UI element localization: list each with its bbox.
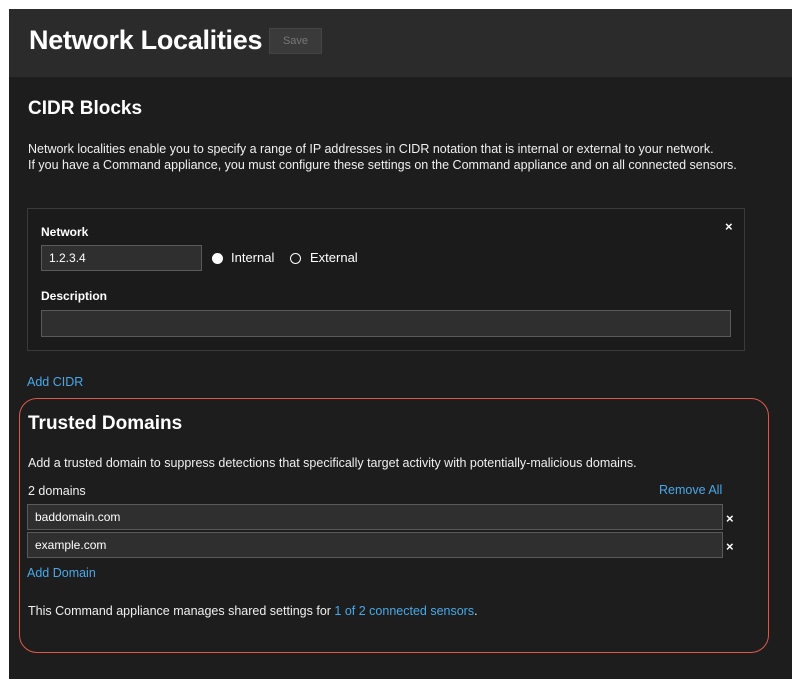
trusted-domains-title: Trusted Domains: [28, 413, 183, 434]
cidr-description-line1: Network localities enable you to specify…: [28, 142, 714, 156]
external-radio[interactable]: [290, 253, 301, 264]
cidr-description-line2: If you have a Command appliance, you mus…: [28, 158, 737, 172]
domain-input[interactable]: example.com: [27, 532, 723, 558]
domain-input[interactable]: baddomain.com: [27, 504, 723, 530]
page-title: Network Localities: [29, 25, 263, 55]
network-label: Network: [41, 225, 89, 239]
domain-count: 2 domains: [28, 484, 86, 498]
external-radio-label[interactable]: External: [310, 250, 358, 265]
shared-settings-note: This Command appliance manages shared se…: [28, 603, 478, 620]
remove-domain-icon[interactable]: ×: [726, 511, 734, 526]
cidr-section-title: CIDR Blocks: [28, 98, 143, 119]
save-button[interactable]: Save: [269, 28, 322, 54]
shared-settings-text: This Command appliance manages shared se…: [28, 604, 331, 618]
description-label: Description: [41, 289, 108, 303]
add-domain-link[interactable]: Add Domain: [27, 566, 96, 580]
domain-row: example.com: [27, 532, 723, 558]
network-input[interactable]: 1.2.3.4: [41, 245, 202, 271]
internal-radio-label[interactable]: Internal: [231, 250, 274, 265]
app-window: Network Localities Save CIDR Blocks Netw…: [9, 9, 792, 679]
add-cidr-link[interactable]: Add CIDR: [27, 375, 83, 389]
shared-settings-period: .: [474, 604, 478, 618]
page-header: Network Localities Save: [9, 9, 792, 77]
description-input[interactable]: [41, 310, 731, 337]
remove-domain-icon[interactable]: ×: [726, 539, 734, 554]
remove-cidr-icon[interactable]: ×: [725, 219, 733, 234]
trusted-domains-description: Add a trusted domain to suppress detecti…: [28, 456, 637, 470]
domain-row: baddomain.com: [27, 504, 723, 530]
cidr-entry-card: Network × 1.2.3.4 Internal External Desc…: [27, 208, 745, 351]
connected-sensors-link[interactable]: 1 of 2 connected sensors: [334, 604, 474, 618]
remove-all-link[interactable]: Remove All: [659, 483, 722, 497]
internal-radio[interactable]: [212, 253, 223, 264]
